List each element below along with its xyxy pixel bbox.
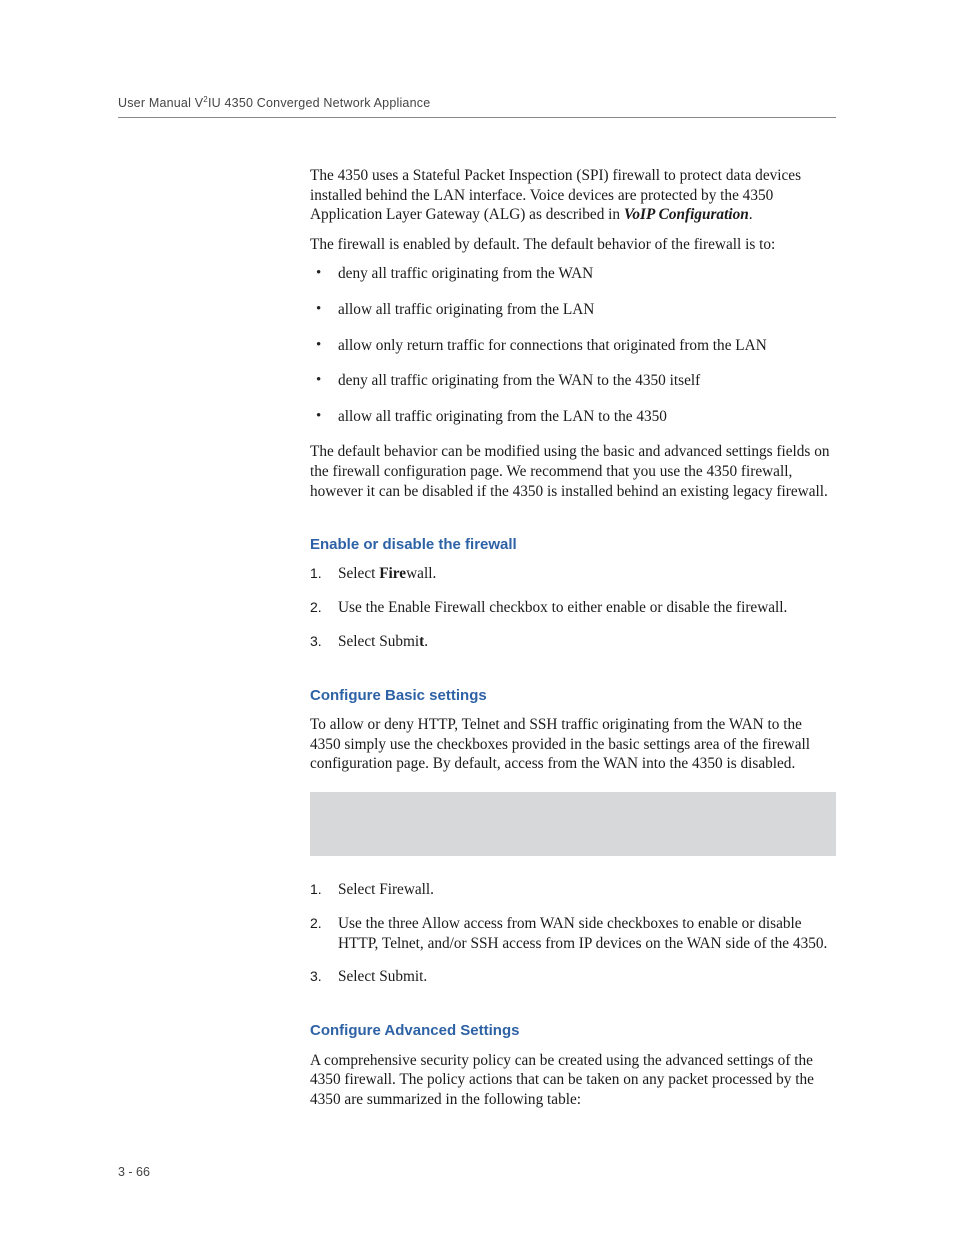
section-title-enable-disable: Enable or disable the firewall: [310, 535, 836, 554]
enable-disable-steps: 1. Select Firewall. 2. Use the Enable Fi…: [310, 564, 836, 652]
list-item: 1. Select Firewall.: [310, 880, 836, 900]
list-item: 3. Select Submit.: [310, 967, 836, 987]
step-bold: Fire: [379, 565, 406, 582]
step-text: Select Submit.: [338, 968, 427, 985]
placeholder-box: [310, 792, 836, 856]
list-item: 3. Select Submit.: [310, 632, 836, 652]
step-text: Select: [338, 565, 379, 582]
basic-settings-steps: 1. Select Firewall. 2. Use the three All…: [310, 880, 836, 988]
header-suffix: IU 4350 Converged Network Appliance: [208, 96, 430, 110]
list-item: 2. Use the three Allow access from WAN s…: [310, 914, 836, 954]
list-item: deny all traffic originating from the WA…: [310, 264, 836, 284]
page-header: User Manual V2IU 4350 Converged Network …: [118, 95, 836, 117]
list-item: allow all traffic originating from the L…: [310, 407, 836, 427]
step-number: 3.: [310, 632, 322, 650]
step-text-end: wall.: [406, 565, 436, 582]
main-content: The 4350 uses a Stateful Packet Inspecti…: [310, 166, 836, 1109]
step-text: Use the three Allow access from WAN side…: [338, 915, 827, 952]
header-prefix: User Manual V: [118, 96, 203, 110]
step-text: Select Firewall.: [338, 881, 434, 898]
page-number: 3 - 66: [118, 1165, 150, 1179]
basic-settings-paragraph: To allow or deny HTTP, Telnet and SSH tr…: [310, 715, 836, 774]
intro-paragraph-2: The firewall is enabled by default. The …: [310, 235, 836, 255]
intro-paragraph-1: The 4350 uses a Stateful Packet Inspecti…: [310, 166, 836, 225]
header-divider: [118, 117, 836, 118]
post-bullets-paragraph: The default behavior can be modified usi…: [310, 442, 836, 501]
advanced-settings-paragraph: A comprehensive security policy can be c…: [310, 1051, 836, 1110]
step-text-end: .: [424, 633, 428, 650]
list-item: allow only return traffic for connection…: [310, 336, 836, 356]
step-number: 3.: [310, 967, 322, 985]
intro-emphasis: VoIP Configuration: [624, 206, 749, 223]
step-number: 1.: [310, 564, 322, 582]
step-number: 2.: [310, 914, 322, 932]
step-number: 1.: [310, 880, 322, 898]
section-title-basic-settings: Configure Basic settings: [310, 686, 836, 705]
step-text: Use the Enable Firewall checkbox to eith…: [338, 599, 787, 616]
step-text: Select Submi: [338, 633, 419, 650]
list-item: 2. Use the Enable Firewall checkbox to e…: [310, 598, 836, 618]
list-item: allow all traffic originating from the L…: [310, 300, 836, 320]
list-item: deny all traffic originating from the WA…: [310, 371, 836, 391]
list-item: 1. Select Firewall.: [310, 564, 836, 584]
section-title-advanced-settings: Configure Advanced Settings: [310, 1021, 836, 1040]
intro-text-end: .: [749, 206, 753, 223]
step-number: 2.: [310, 598, 322, 616]
default-behavior-list: deny all traffic originating from the WA…: [310, 264, 836, 426]
